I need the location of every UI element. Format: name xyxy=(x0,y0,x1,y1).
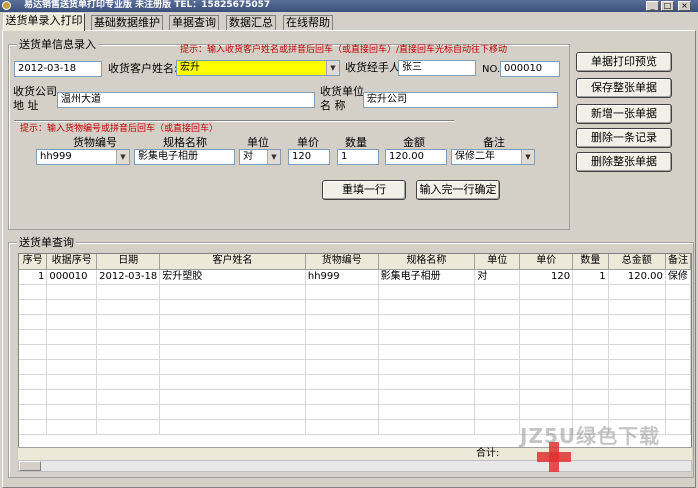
table-row[interactable]: 1 000010 2012-03-18 宏升塑胶 hh999 影集电子相册 对 … xyxy=(19,269,691,285)
cell-receipt-no: 000010 xyxy=(46,269,98,285)
table-header-row: 序号 收据序号 日期 客户姓名 货物编号 规格名称 单位 单价 数量 总金额 备… xyxy=(19,254,691,270)
amount-field[interactable]: 120.00 xyxy=(385,149,447,165)
customer-label: 收货客户姓名: xyxy=(108,62,178,75)
table-row[interactable] xyxy=(19,374,691,390)
col-header-goods-code[interactable]: 货物编号 xyxy=(305,254,379,270)
refill-row-button[interactable]: 重填一行 xyxy=(322,180,406,200)
new-document-button[interactable]: 新增一张单据 xyxy=(576,104,672,124)
entry-group-title: 送货单信息录入 xyxy=(17,38,98,51)
col-price-label: 单价 xyxy=(297,136,319,149)
table-row[interactable] xyxy=(19,344,691,360)
table-row[interactable] xyxy=(19,404,691,420)
handler-label: 收货经手人 xyxy=(345,61,400,74)
unit-name-label-2: 名 称 xyxy=(320,99,346,112)
address-field[interactable]: 温州大道 xyxy=(57,92,315,108)
address-label-2: 地 址 xyxy=(13,99,39,112)
window-title: 易达销售送货单打印专业版 未注册版 TEL：15825675057 xyxy=(24,0,271,10)
col-amount-label: 金额 xyxy=(403,136,425,149)
unit-combo[interactable]: 对 ▼ xyxy=(239,149,281,165)
table-row[interactable] xyxy=(19,329,691,345)
hint-goods: 提示：输入货物编号或拼音后回车（或直接回车） xyxy=(20,124,219,134)
app-icon xyxy=(2,1,11,10)
col-header-note[interactable]: 备注 xyxy=(665,254,691,270)
col-header-price[interactable]: 单价 xyxy=(519,254,574,270)
delete-record-button[interactable]: 删除一条记录 xyxy=(576,128,672,148)
chevron-down-icon[interactable]: ▼ xyxy=(521,150,534,164)
maximize-button[interactable]: □ xyxy=(661,1,674,11)
chevron-down-icon[interactable]: ▼ xyxy=(116,150,129,164)
col-header-date[interactable]: 日期 xyxy=(96,254,161,270)
cell-spec: 影集电子相册 xyxy=(378,269,476,285)
cell-goods-code: hh999 xyxy=(305,269,379,285)
col-header-total[interactable]: 总金额 xyxy=(608,254,666,270)
no-field[interactable]: 000010 xyxy=(500,61,560,77)
goods-code-combo[interactable]: hh999 ▼ xyxy=(36,149,130,165)
col-header-spec[interactable]: 规格名称 xyxy=(378,254,476,270)
qty-field[interactable]: 1 xyxy=(337,149,379,165)
cell-customer: 宏升塑胶 xyxy=(159,269,306,285)
col-unit-label: 单位 xyxy=(247,136,269,149)
cell-date: 2012-03-18 xyxy=(96,269,161,285)
unit-name-label-1: 收货单位 xyxy=(320,85,364,98)
customer-value: 宏升 xyxy=(180,62,200,73)
customer-combo[interactable]: 宏升 ▼ xyxy=(176,60,340,76)
note-value: 保修二年 xyxy=(455,151,495,162)
table-row[interactable] xyxy=(19,299,691,315)
delete-document-button[interactable]: 删除整张单据 xyxy=(576,152,672,172)
cell-total: 120.00 xyxy=(608,269,666,285)
table-row[interactable] xyxy=(19,389,691,405)
query-group-title: 送货单查询 xyxy=(17,236,76,249)
tab-basic-data[interactable]: 基础数据维护 xyxy=(91,15,163,30)
confirm-row-button[interactable]: 输入完一行确定 xyxy=(416,180,500,200)
goods-code-value: hh999 xyxy=(40,151,72,162)
table-row[interactable] xyxy=(19,284,691,300)
col-header-unit[interactable]: 单位 xyxy=(474,254,521,270)
tab-entry-print[interactable]: 送货单录入打印 xyxy=(3,13,85,31)
tab-online-help[interactable]: 在线帮助 xyxy=(283,15,333,30)
chevron-down-icon[interactable]: ▼ xyxy=(326,61,339,75)
handler-field[interactable]: 张三 xyxy=(398,60,476,76)
col-header-index[interactable]: 序号 xyxy=(19,254,48,270)
scrollbar-thumb[interactable] xyxy=(19,461,41,471)
price-field[interactable]: 120 xyxy=(288,149,330,165)
spec-field[interactable]: 影集电子相册 xyxy=(134,149,235,165)
col-note-label: 备注 xyxy=(483,136,505,149)
address-label-1: 收货公司 xyxy=(13,85,57,98)
close-button[interactable]: × xyxy=(678,1,691,11)
cell-note: 保修 xyxy=(665,269,691,285)
cell-unit: 对 xyxy=(474,269,521,285)
col-header-receipt-no[interactable]: 收据序号 xyxy=(46,254,98,270)
note-combo[interactable]: 保修二年 ▼ xyxy=(451,149,535,165)
tab-summary[interactable]: 数据汇总 xyxy=(226,15,276,30)
col-code-label: 货物编号 xyxy=(73,136,117,149)
unit-name-field[interactable]: 宏升公司 xyxy=(363,92,558,108)
unit-value: 对 xyxy=(243,151,253,162)
col-header-qty[interactable]: 数量 xyxy=(572,254,609,270)
minimize-button[interactable]: _ xyxy=(646,1,659,11)
cell-price: 120 xyxy=(519,269,574,285)
tab-query[interactable]: 单据查询 xyxy=(169,15,219,30)
save-document-button[interactable]: 保存整张单据 xyxy=(576,78,672,98)
date-field[interactable]: 2012-03-18 xyxy=(14,61,102,77)
chevron-down-icon[interactable]: ▼ xyxy=(267,150,280,164)
no-label: NO. xyxy=(482,64,501,75)
divider xyxy=(14,120,454,122)
col-spec-label: 规格名称 xyxy=(163,136,207,149)
col-qty-label: 数量 xyxy=(345,136,367,149)
cell-qty: 1 xyxy=(572,269,609,285)
horizontal-scrollbar[interactable] xyxy=(18,460,692,472)
tab-strip: 送货单录入打印 基础数据维护 单据查询 数据汇总 在线帮助 xyxy=(0,13,698,31)
title-bar: 易达销售送货单打印专业版 未注册版 TEL：15825675057 _ □ × xyxy=(0,0,698,12)
col-header-customer[interactable]: 客户姓名 xyxy=(159,254,306,270)
print-preview-button[interactable]: 单据打印预览 xyxy=(576,52,672,72)
table-row[interactable] xyxy=(19,314,691,330)
hint-customer: 提示：输入收货客户姓名或拼音后回车（或直接回车）/直接回车光标自动往下移动 xyxy=(180,45,508,55)
table-row[interactable] xyxy=(19,359,691,375)
watermark-cross-icon xyxy=(537,442,571,472)
total-label: 合计: xyxy=(476,448,500,459)
cell-index: 1 xyxy=(19,269,48,285)
